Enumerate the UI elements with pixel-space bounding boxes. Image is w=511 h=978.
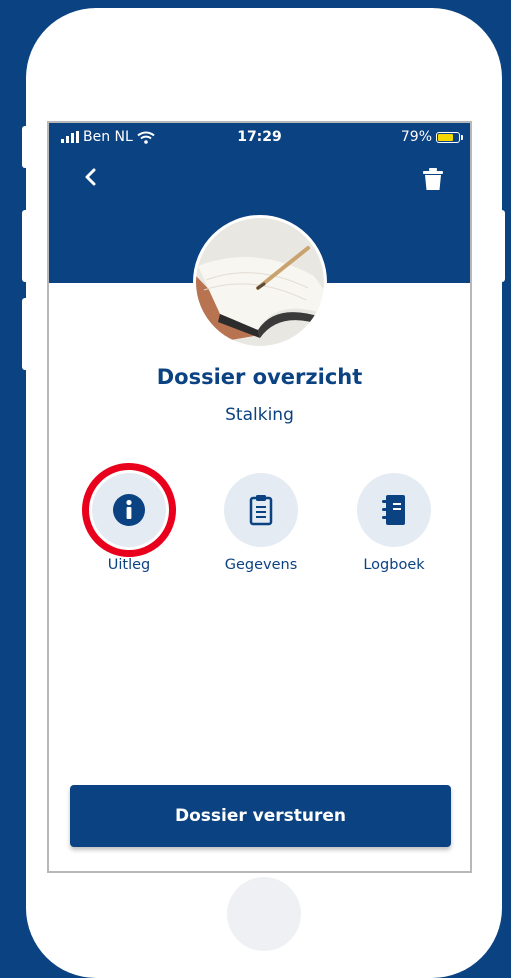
battery-fill [438, 133, 453, 141]
app-screen: Ben NL 17:29 79% Dossier overzicht Stalk… [47, 121, 472, 873]
dossier-subtitle: Stalking [225, 405, 294, 425]
action-uitleg[interactable]: Uitleg [79, 463, 179, 573]
battery-percent: 79% [400, 129, 432, 145]
phone-volume-down-button [22, 298, 30, 370]
home-button[interactable] [227, 877, 301, 951]
action-logboek[interactable]: Logboek [344, 473, 444, 573]
phone-power-button [497, 210, 505, 282]
trash-icon[interactable] [422, 167, 444, 191]
action-gegevens-label: Gegevens [224, 557, 298, 573]
dossier-avatar [193, 215, 327, 349]
action-gegevens-circle[interactable] [224, 473, 298, 547]
action-logboek-label: Logboek [363, 557, 425, 573]
notebook-photo [196, 218, 324, 346]
highlight-ring [82, 463, 176, 557]
status-right: 79% [400, 129, 463, 145]
send-dossier-button[interactable]: Dossier versturen [70, 785, 451, 847]
chevron-left-icon[interactable] [79, 165, 103, 189]
action-gegevens[interactable]: Gegevens [211, 473, 311, 573]
phone-volume-up-button [22, 210, 30, 282]
action-uitleg-circle[interactable] [82, 463, 176, 557]
status-bar: Ben NL 17:29 79% [49, 123, 470, 151]
page-title: Dossier overzicht [156, 365, 363, 389]
clipboard-icon [249, 495, 273, 526]
phone-side-button [22, 126, 30, 168]
action-uitleg-label: Uitleg [107, 557, 151, 573]
action-logboek-circle[interactable] [357, 473, 431, 547]
notebook-icon [382, 495, 405, 525]
battery-icon [436, 131, 463, 143]
